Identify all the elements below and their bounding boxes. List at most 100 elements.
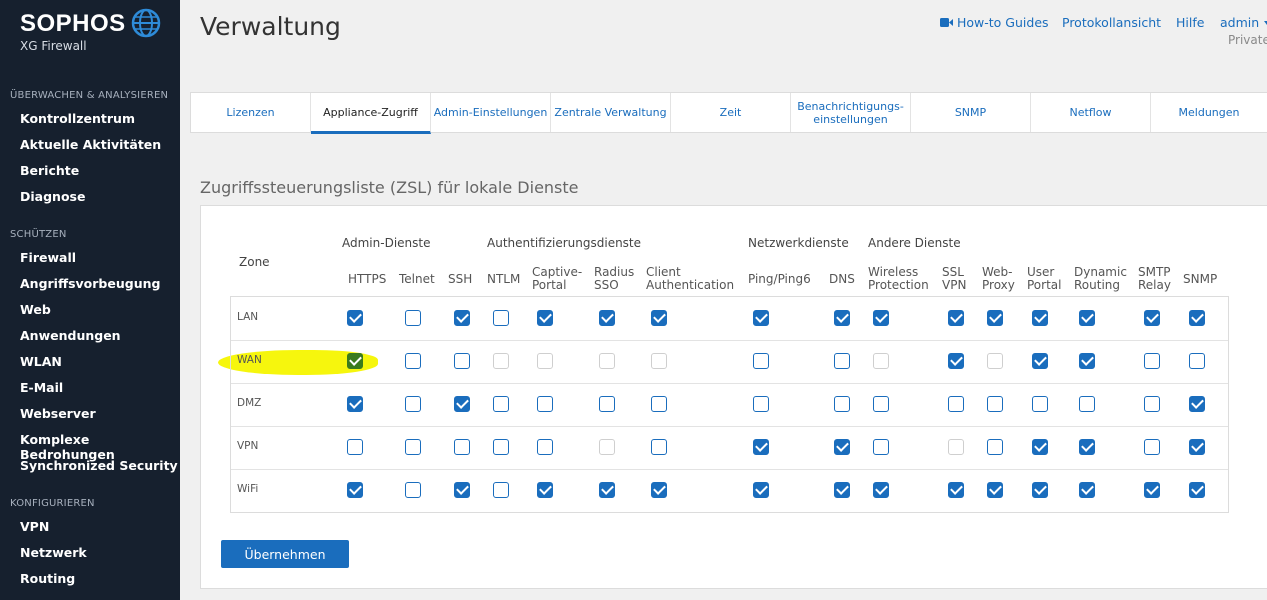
admin-menu[interactable]: admin xyxy=(1220,15,1267,30)
checkbox-wan-8[interactable] xyxy=(834,353,850,369)
tab-netflow[interactable]: Netflow xyxy=(1031,93,1151,132)
checkbox-lan-9[interactable] xyxy=(873,310,889,326)
checkbox-wan-12[interactable] xyxy=(1032,353,1048,369)
tab-appliance-zugriff[interactable]: Appliance-Zugriff xyxy=(311,93,431,134)
checkbox-wan-13[interactable] xyxy=(1079,353,1095,369)
checkbox-wan-0[interactable] xyxy=(347,353,363,369)
checkbox-dmz-5[interactable] xyxy=(599,396,615,412)
video-camera-icon[interactable] xyxy=(940,17,953,28)
checkbox-dmz-11[interactable] xyxy=(987,396,1003,412)
checkbox-wifi-14[interactable] xyxy=(1144,482,1160,498)
tab-snmp[interactable]: SNMP xyxy=(911,93,1031,132)
checkbox-vpn-8[interactable] xyxy=(834,439,850,455)
checkbox-wan-15[interactable] xyxy=(1189,353,1205,369)
apply-button[interactable]: Übernehmen xyxy=(221,540,349,568)
checkbox-lan-15[interactable] xyxy=(1189,310,1205,326)
tab-meldungen[interactable]: Meldungen xyxy=(1151,93,1267,132)
checkbox-vpn-1[interactable] xyxy=(405,439,421,455)
tab-zentrale-verwaltung[interactable]: Zentrale Verwaltung xyxy=(551,93,671,132)
tab-lizenzen[interactable]: Lizenzen xyxy=(191,93,311,132)
checkbox-wifi-2[interactable] xyxy=(454,482,470,498)
checkbox-wifi-3[interactable] xyxy=(493,482,509,498)
checkbox-wifi-11[interactable] xyxy=(987,482,1003,498)
nav-item-angriffsvorbeugung[interactable]: Angriffsvorbeugung xyxy=(20,276,160,291)
how-to-guides-link[interactable]: How-to Guides xyxy=(957,15,1049,30)
nav-item-diagnose[interactable]: Diagnose xyxy=(20,189,85,204)
checkbox-vpn-15[interactable] xyxy=(1189,439,1205,455)
checkbox-dmz-0[interactable] xyxy=(347,396,363,412)
checkbox-wan-7[interactable] xyxy=(753,353,769,369)
checkbox-vpn-7[interactable] xyxy=(753,439,769,455)
checkbox-dmz-2[interactable] xyxy=(454,396,470,412)
checkbox-wifi-12[interactable] xyxy=(1032,482,1048,498)
nav-item-routing[interactable]: Routing xyxy=(20,571,75,586)
checkbox-wan-10[interactable] xyxy=(948,353,964,369)
checkbox-lan-8[interactable] xyxy=(834,310,850,326)
checkbox-dmz-6[interactable] xyxy=(651,396,667,412)
checkbox-dmz-13[interactable] xyxy=(1079,396,1095,412)
nav-item-web[interactable]: Web xyxy=(20,302,51,317)
nav-item-netzwerk[interactable]: Netzwerk xyxy=(20,545,87,560)
checkbox-wifi-0[interactable] xyxy=(347,482,363,498)
checkbox-vpn-6[interactable] xyxy=(651,439,667,455)
checkbox-vpn-0[interactable] xyxy=(347,439,363,455)
checkbox-wifi-8[interactable] xyxy=(834,482,850,498)
checkbox-lan-0[interactable] xyxy=(347,310,363,326)
checkbox-lan-5[interactable] xyxy=(599,310,615,326)
nav-item-wlan[interactable]: WLAN xyxy=(20,354,62,369)
checkbox-dmz-3[interactable] xyxy=(493,396,509,412)
tab-zeit[interactable]: Zeit xyxy=(671,93,791,132)
checkbox-vpn-3[interactable] xyxy=(493,439,509,455)
checkbox-vpn-9[interactable] xyxy=(873,439,889,455)
checkbox-lan-11[interactable] xyxy=(987,310,1003,326)
nav-item-firewall[interactable]: Firewall xyxy=(20,250,76,265)
help-link[interactable]: Hilfe xyxy=(1176,15,1204,30)
nav-item-e-mail[interactable]: E-Mail xyxy=(20,380,63,395)
checkbox-wan-14[interactable] xyxy=(1144,353,1160,369)
checkbox-vpn-12[interactable] xyxy=(1032,439,1048,455)
checkbox-vpn-11[interactable] xyxy=(987,439,1003,455)
checkbox-dmz-14[interactable] xyxy=(1144,396,1160,412)
checkbox-vpn-4[interactable] xyxy=(537,439,553,455)
checkbox-lan-3[interactable] xyxy=(493,310,509,326)
tab-admin-einstellungen[interactable]: Admin-Einstellungen xyxy=(431,93,551,132)
checkbox-wifi-5[interactable] xyxy=(599,482,615,498)
checkbox-lan-7[interactable] xyxy=(753,310,769,326)
nav-item-vpn[interactable]: VPN xyxy=(20,519,49,534)
nav-item-synchronized-security[interactable]: Synchronized Security xyxy=(20,458,178,473)
nav-item-aktuelle-aktivit-ten[interactable]: Aktuelle Aktivitäten xyxy=(20,137,161,152)
checkbox-vpn-14[interactable] xyxy=(1144,439,1160,455)
checkbox-lan-10[interactable] xyxy=(948,310,964,326)
checkbox-wan-2[interactable] xyxy=(454,353,470,369)
checkbox-dmz-4[interactable] xyxy=(537,396,553,412)
checkbox-wifi-10[interactable] xyxy=(948,482,964,498)
checkbox-lan-12[interactable] xyxy=(1032,310,1048,326)
nav-item-webserver[interactable]: Webserver xyxy=(20,406,96,421)
nav-item-berichte[interactable]: Berichte xyxy=(20,163,79,178)
checkbox-dmz-7[interactable] xyxy=(753,396,769,412)
nav-item-anwendungen[interactable]: Anwendungen xyxy=(20,328,121,343)
checkbox-dmz-1[interactable] xyxy=(405,396,421,412)
checkbox-vpn-2[interactable] xyxy=(454,439,470,455)
checkbox-lan-6[interactable] xyxy=(651,310,667,326)
nav-item-kontrollzentrum[interactable]: Kontrollzentrum xyxy=(20,111,135,126)
checkbox-wifi-15[interactable] xyxy=(1189,482,1205,498)
checkbox-dmz-9[interactable] xyxy=(873,396,889,412)
tab-benachrichtigungs-einstellungen[interactable]: Benachrichtigungs-einstellungen xyxy=(791,93,911,132)
checkbox-lan-4[interactable] xyxy=(537,310,553,326)
log-viewer-link[interactable]: Protokollansicht xyxy=(1062,15,1161,30)
checkbox-wifi-6[interactable] xyxy=(651,482,667,498)
checkbox-lan-1[interactable] xyxy=(405,310,421,326)
checkbox-lan-2[interactable] xyxy=(454,310,470,326)
checkbox-dmz-8[interactable] xyxy=(834,396,850,412)
checkbox-wifi-4[interactable] xyxy=(537,482,553,498)
logo[interactable]: SOPHOS XG Firewall xyxy=(20,10,126,53)
checkbox-dmz-15[interactable] xyxy=(1189,396,1205,412)
checkbox-wan-1[interactable] xyxy=(405,353,421,369)
checkbox-wifi-1[interactable] xyxy=(405,482,421,498)
checkbox-dmz-12[interactable] xyxy=(1032,396,1048,412)
checkbox-wifi-13[interactable] xyxy=(1079,482,1095,498)
checkbox-wifi-9[interactable] xyxy=(873,482,889,498)
checkbox-vpn-13[interactable] xyxy=(1079,439,1095,455)
checkbox-lan-13[interactable] xyxy=(1079,310,1095,326)
